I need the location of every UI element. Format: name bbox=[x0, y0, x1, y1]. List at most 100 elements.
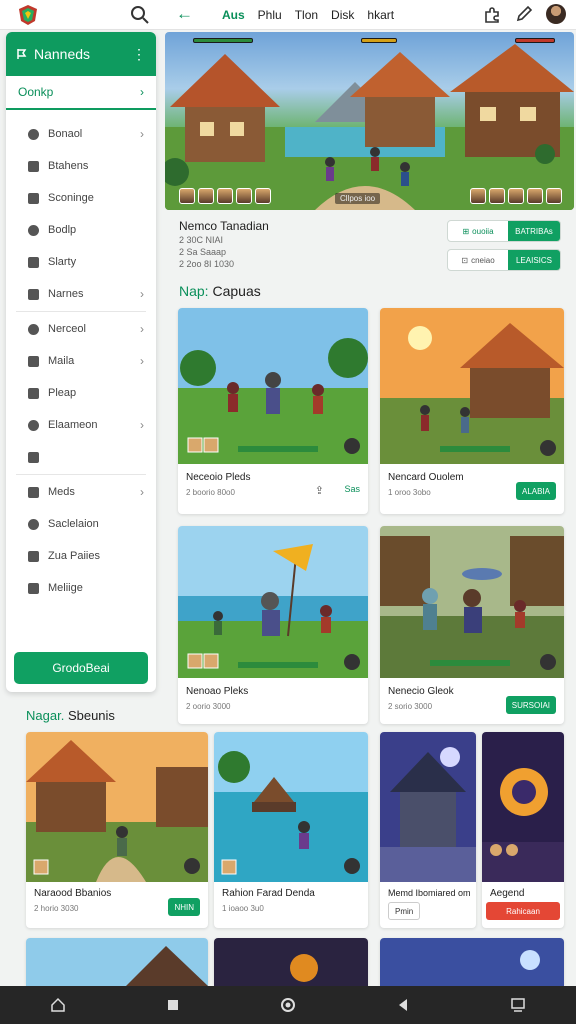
portrait[interactable] bbox=[217, 188, 233, 204]
sidebar-item[interactable]: Saclelaion bbox=[6, 508, 156, 540]
recents-icon[interactable] bbox=[510, 997, 526, 1013]
sidebar-item[interactable]: Pleap bbox=[6, 377, 156, 409]
sidebar-item[interactable]: Elaameon › bbox=[6, 409, 156, 441]
more-icon[interactable]: ⋮ bbox=[132, 46, 146, 63]
portrait[interactable] bbox=[255, 188, 271, 204]
search-icon[interactable] bbox=[130, 5, 150, 25]
home-icon[interactable] bbox=[50, 997, 66, 1013]
top-bar: ← Aus Phlu Tlon Disk hkart bbox=[0, 0, 576, 30]
portrait[interactable] bbox=[236, 188, 252, 204]
game-card[interactable]: Nenoao Pleks 2 oorio 3000 bbox=[178, 526, 368, 724]
sidebar-item[interactable]: Sconinge bbox=[6, 182, 156, 214]
sidebar-item[interactable]: Bodlp bbox=[6, 214, 156, 246]
pen-icon[interactable] bbox=[514, 4, 534, 24]
sidebar-item[interactable]: Bonaol › bbox=[6, 118, 156, 150]
sidebar-item-icon bbox=[28, 486, 39, 498]
card-button[interactable]: ALABIA bbox=[515, 482, 556, 500]
card-button[interactable]: NHIN bbox=[168, 898, 200, 916]
sidebar-item[interactable]: Zua Paiies bbox=[6, 540, 156, 572]
card-image bbox=[214, 732, 368, 882]
pill-right-button[interactable]: LEAISICS bbox=[508, 250, 560, 270]
card-title: Nencard Ouolem bbox=[388, 472, 464, 483]
game-card-partial[interactable] bbox=[26, 938, 208, 986]
card-button[interactable]: SURSOIAI bbox=[505, 696, 556, 714]
game-card-partial[interactable] bbox=[380, 938, 564, 986]
sidebar-item-label: Elaameon bbox=[48, 419, 98, 431]
card-title: Naraood Bbanios bbox=[34, 888, 112, 899]
puzzle-icon[interactable] bbox=[482, 4, 502, 24]
link-icon: ⊡ bbox=[461, 255, 469, 265]
chevron-right-icon: › bbox=[140, 354, 144, 368]
game-card[interactable]: Aegend Rahicaan bbox=[482, 732, 564, 928]
triangle-back-icon[interactable] bbox=[395, 997, 411, 1013]
sidebar-item[interactable]: Meds › bbox=[6, 476, 156, 508]
portrait[interactable] bbox=[508, 188, 524, 204]
square-icon[interactable] bbox=[165, 997, 181, 1013]
sidebar-item-icon bbox=[28, 288, 39, 300]
nav-item-2[interactable]: Tlon bbox=[295, 8, 318, 22]
circle-icon[interactable] bbox=[280, 997, 296, 1013]
detail-line: 2 Sa Saaap bbox=[179, 247, 227, 257]
sidebar-item-label: Btahens bbox=[48, 160, 89, 172]
game-card[interactable]: Neceoio Pleds 2 boorio 80o0 ⇪ Sas bbox=[178, 308, 368, 514]
hero-tag: Cllpos ioo bbox=[335, 193, 381, 204]
sidebar-item[interactable]: Narnes › bbox=[6, 278, 156, 310]
sidebar-item-icon bbox=[28, 192, 39, 204]
game-card[interactable]: Memd Ibomiared om Pmin bbox=[380, 732, 476, 928]
card-link[interactable]: Sas bbox=[344, 484, 360, 494]
gold-bar bbox=[361, 38, 397, 43]
nav-item-4[interactable]: hkart bbox=[367, 8, 394, 22]
detail-line: 2 30C NIAI bbox=[179, 235, 224, 245]
portrait[interactable] bbox=[489, 188, 505, 204]
nav-item-1[interactable]: Phlu bbox=[258, 8, 282, 22]
avatar[interactable] bbox=[546, 4, 566, 24]
sidebar-item-label: Pleap bbox=[48, 387, 77, 399]
game-card[interactable]: Nencard Ouolem 1 oroo 3obo ALABIA bbox=[380, 308, 564, 514]
portrait[interactable] bbox=[198, 188, 214, 204]
game-card[interactable]: Nenecio Gleok 2 sorio 3000 SURSOIAI bbox=[380, 526, 564, 724]
sidebar-item[interactable]: Btahens bbox=[6, 150, 156, 182]
action-pill-1[interactable]: ⊞ ouoiia BATRIBAs bbox=[447, 220, 561, 242]
section-prefix: Nap: bbox=[179, 283, 209, 299]
app-logo-icon[interactable] bbox=[18, 4, 38, 26]
nav-item-0[interactable]: Aus bbox=[222, 8, 245, 22]
sidebar-subtitle: Oonkp bbox=[18, 85, 54, 99]
card-image bbox=[178, 526, 368, 678]
sidebar-item[interactable]: Meliige bbox=[6, 572, 156, 604]
card-title: Neceoio Pleds bbox=[186, 472, 251, 483]
game-card-partial[interactable] bbox=[214, 938, 368, 986]
nav-item-3[interactable]: Disk bbox=[331, 8, 354, 22]
game-card[interactable]: Rahion Farad Denda 1 ioaoo 3u0 bbox=[214, 732, 368, 928]
sidebar-item-icon bbox=[28, 224, 39, 236]
card-sub: 1 oroo 3obo bbox=[388, 488, 431, 497]
sidebar-action-button[interactable]: GrodoBeai bbox=[14, 652, 148, 684]
sidebar-item[interactable] bbox=[6, 441, 156, 473]
card-button[interactable]: Pmin bbox=[388, 902, 421, 920]
portrait[interactable] bbox=[546, 188, 562, 204]
card-image bbox=[380, 308, 564, 464]
sidebar-item[interactable]: Slarty bbox=[6, 246, 156, 278]
portrait[interactable] bbox=[527, 188, 543, 204]
sidebar-item[interactable]: Nerceol › bbox=[6, 313, 156, 345]
sidebar-item[interactable]: Maila › bbox=[6, 345, 156, 377]
card-button[interactable]: Rahicaan bbox=[486, 902, 560, 920]
sidebar-list: Bonaol › Btahens Sconinge Bodlp Slarty Narnes ›… bbox=[6, 110, 156, 604]
card-sub: 2 boorio 80o0 bbox=[186, 488, 235, 497]
pill-right-button[interactable]: BATRIBAs bbox=[508, 221, 560, 241]
sidebar-item-icon bbox=[28, 387, 39, 399]
sidebar-item-label: Narnes bbox=[48, 288, 84, 300]
portrait[interactable] bbox=[470, 188, 486, 204]
portrait[interactable] bbox=[179, 188, 195, 204]
pill-left: ⊞ ouoiia bbox=[448, 221, 508, 241]
back-arrow-icon[interactable]: ← bbox=[176, 4, 193, 24]
hero-scene-image bbox=[165, 44, 574, 210]
card-image bbox=[380, 938, 564, 986]
sidebar-item-icon bbox=[28, 518, 39, 530]
action-pill-2[interactable]: ⊡ cneiao LEAISICS bbox=[447, 249, 561, 271]
game-card[interactable]: Naraood Bbanios 2 horio 3030 NHIN bbox=[26, 732, 208, 928]
sidebar-item-label: Meds bbox=[48, 486, 75, 498]
share-icon[interactable]: ⇪ bbox=[315, 484, 324, 497]
card-title: Nenecio Gleok bbox=[388, 686, 454, 697]
hero-banner[interactable]: Cllpos ioo bbox=[165, 32, 574, 210]
sidebar-subheader[interactable]: Oonkp › bbox=[6, 76, 156, 110]
